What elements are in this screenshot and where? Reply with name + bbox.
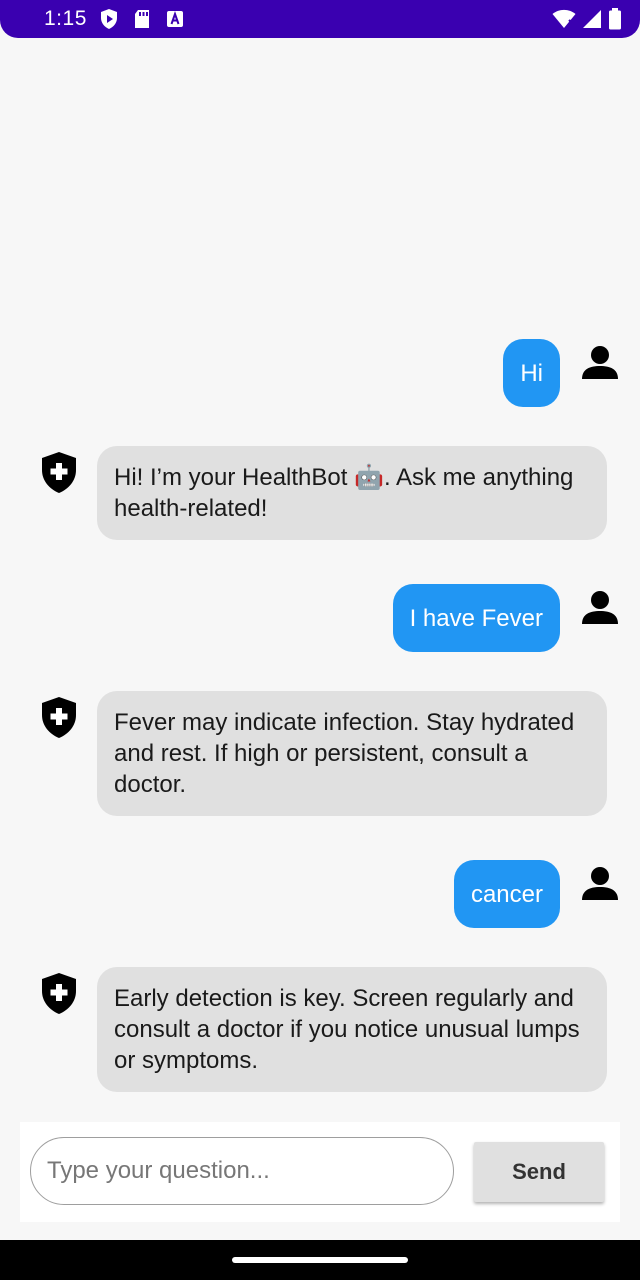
bot-message-bubble: Hi! I’m your HealthBot 🤖. Ask me anythin… — [97, 446, 607, 540]
person-icon — [578, 586, 622, 630]
message-row-bot: Early detection is key. Screen regularly… — [37, 967, 607, 1092]
person-icon — [578, 341, 622, 385]
message-row-user: I have Fever — [392, 584, 622, 652]
status-bar: 1:15 — [0, 0, 640, 38]
chat-area[interactable]: Hi Hi! I’m your HealthBot 🤖. Ask me anyt… — [0, 38, 640, 1118]
play-protect-icon — [99, 8, 119, 30]
user-message-bubble: I have Fever — [392, 584, 560, 652]
message-row-user: cancer — [453, 860, 622, 928]
user-message-bubble: Hi — [503, 339, 560, 407]
keyboard-a-icon — [165, 9, 185, 29]
question-input[interactable] — [30, 1137, 454, 1205]
input-bar: Send — [20, 1122, 620, 1222]
medical-shield-icon — [37, 695, 81, 739]
status-left-icons — [99, 8, 185, 30]
home-gesture-handle[interactable] — [232, 1257, 408, 1263]
medical-shield-icon — [37, 971, 81, 1015]
message-row-bot: Fever may indicate infection. Stay hydra… — [37, 691, 607, 816]
battery-icon — [608, 8, 622, 30]
sd-card-icon — [133, 9, 151, 29]
signal-icon — [582, 9, 602, 29]
status-right-icons — [552, 8, 622, 30]
status-time: 1:15 — [44, 7, 87, 30]
send-button[interactable]: Send — [474, 1142, 604, 1202]
person-icon — [578, 862, 622, 906]
navigation-bar — [0, 1240, 640, 1280]
bot-message-bubble: Early detection is key. Screen regularly… — [97, 967, 607, 1092]
message-row-bot: Hi! I’m your HealthBot 🤖. Ask me anythin… — [37, 446, 607, 540]
wifi-icon — [552, 9, 576, 29]
bot-message-bubble: Fever may indicate infection. Stay hydra… — [97, 691, 607, 816]
medical-shield-icon — [37, 450, 81, 494]
message-row-user: Hi — [503, 339, 622, 407]
user-message-bubble: cancer — [453, 860, 560, 928]
